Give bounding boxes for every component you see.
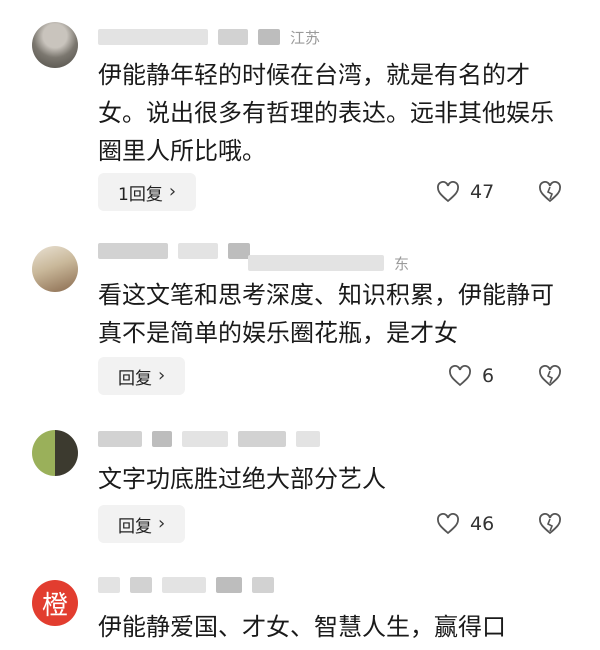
blurred-username [248,255,384,271]
blurred-username [258,29,280,45]
blurred-username [252,577,274,593]
reply-button[interactable]: 回复 › [98,505,186,543]
blurred-username [296,431,320,447]
reply-label: 回复 [118,516,152,537]
like-button[interactable]: 47 [436,173,494,211]
reply-button[interactable]: 1回复 › [98,173,197,211]
heart-outline-icon [436,513,460,535]
comment-text: 文字功底胜过绝大部分艺人 [98,465,386,493]
blurred-username [130,577,152,593]
dislike-button[interactable] [538,357,562,395]
comment-meta: 江苏 [98,26,320,48]
heart-outline-icon [436,181,460,203]
comment-text: 伊能静爱国、才女、智慧人生，赢得口 [98,613,506,641]
comment-text: 看这文笔和思考深度、知识积累，伊能静可真不是简单的娱乐圈花瓶，是才女 [98,281,554,347]
blurred-username [98,577,120,593]
comment-meta: 东 [98,252,409,274]
like-count: 47 [470,181,495,203]
heart-outline-icon [448,365,472,387]
blurred-username [218,29,248,45]
like-button[interactable]: 6 [448,357,494,395]
reply-label: 回复 [118,368,152,389]
broken-heart-icon [538,365,562,387]
broken-heart-icon [538,181,562,203]
avatar[interactable]: 橙 [32,580,78,626]
blurred-username [238,431,286,447]
like-count: 46 [470,513,495,535]
chevron-right-icon: › [158,513,166,534]
blurred-username [98,431,142,447]
blurred-username [216,577,242,593]
blurred-username [182,431,228,447]
comment-text: 伊能静年轻的时候在台湾，就是有名的才女。说出很多有哲理的表达。远非其他娱乐圈里人… [98,61,554,165]
reply-button[interactable]: 回复 › [98,357,186,395]
blurred-username [98,29,208,45]
comment-location: 东 [394,254,410,273]
blurred-username [162,577,206,593]
reply-label: 1回复 [118,184,163,205]
broken-heart-icon [538,513,562,535]
like-count: 6 [482,365,495,387]
avatar-character: 橙 [41,590,68,621]
dislike-button[interactable] [538,505,562,543]
comment-meta [98,574,274,596]
avatar[interactable] [32,246,78,292]
dislike-button[interactable] [538,173,562,211]
comment-meta [98,428,320,450]
blurred-username [152,431,172,447]
avatar[interactable] [32,430,78,476]
comment-location: 江苏 [290,28,321,47]
chevron-right-icon: › [158,365,166,386]
like-button[interactable]: 46 [436,505,494,543]
chevron-right-icon: › [168,181,177,202]
avatar[interactable] [32,22,78,68]
